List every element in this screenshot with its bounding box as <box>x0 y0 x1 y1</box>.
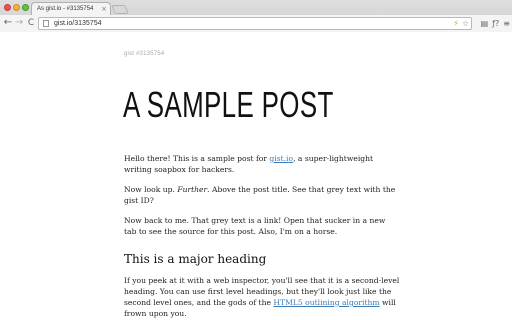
emphasis-text: Further <box>177 185 208 194</box>
menu-icon[interactable]: ≡ <box>503 17 510 30</box>
toolbar-extensions: ▤ ƒ? ≡ <box>481 17 510 30</box>
paragraph: Hello there! This is a sample post for g… <box>124 153 400 175</box>
window-maximize-button[interactable] <box>22 4 29 11</box>
paragraph: Now look up. Further. Above the post tit… <box>124 184 400 206</box>
post-title: A SAMPLE POST <box>123 84 334 125</box>
address-bar[interactable]: gist.io/3135754 ⚡ ☆ <box>38 17 472 30</box>
window-minimize-button[interactable] <box>13 4 20 11</box>
browser-tab[interactable]: As gist.io - #3135754 × <box>31 2 111 15</box>
tab-title: As gist.io - #3135754 <box>37 6 94 12</box>
page-icon <box>43 20 49 27</box>
new-tab-button[interactable] <box>111 5 129 14</box>
font-extension-icon[interactable]: ƒ? <box>492 17 499 30</box>
address-text[interactable]: gist.io/3135754 <box>54 18 101 29</box>
reload-icon[interactable]: C <box>25 16 37 30</box>
html5-outlining-link[interactable]: HTML5 outlining algorithm <box>273 298 379 307</box>
window-close-button[interactable] <box>4 4 11 11</box>
gist-id-link[interactable]: gist #3135754 <box>124 51 164 57</box>
post-body: Hello there! This is a sample post for g… <box>124 153 400 320</box>
tab-close-icon[interactable]: × <box>101 4 107 14</box>
major-heading: This is a major heading <box>124 252 267 266</box>
forward-icon[interactable]: → <box>13 16 25 30</box>
browser-chrome: As gist.io - #3135754 × ← → C gist.io/31… <box>0 0 512 32</box>
paragraph-text: Hello there! This is a sample post for <box>124 154 270 163</box>
gistio-link[interactable]: gist.io <box>269 154 293 163</box>
omnibox-actions: ⚡ ☆ <box>453 18 469 29</box>
browser-toolbar: ← → C gist.io/3135754 ⚡ ☆ ▤ ƒ? ≡ <box>0 15 512 32</box>
bookmark-star-icon[interactable]: ☆ <box>462 18 469 29</box>
paragraph-text: Now look up. <box>124 185 178 194</box>
paragraph: Now back to me. That grey text is a link… <box>124 216 386 236</box>
page-content: gist #3135754 A SAMPLE POST Hello there!… <box>0 33 512 320</box>
bolt-icon[interactable]: ⚡ <box>453 18 459 29</box>
paragraph: If you peek at it with a web inspector, … <box>124 275 400 319</box>
extension-icon[interactable]: ▤ <box>481 17 489 30</box>
